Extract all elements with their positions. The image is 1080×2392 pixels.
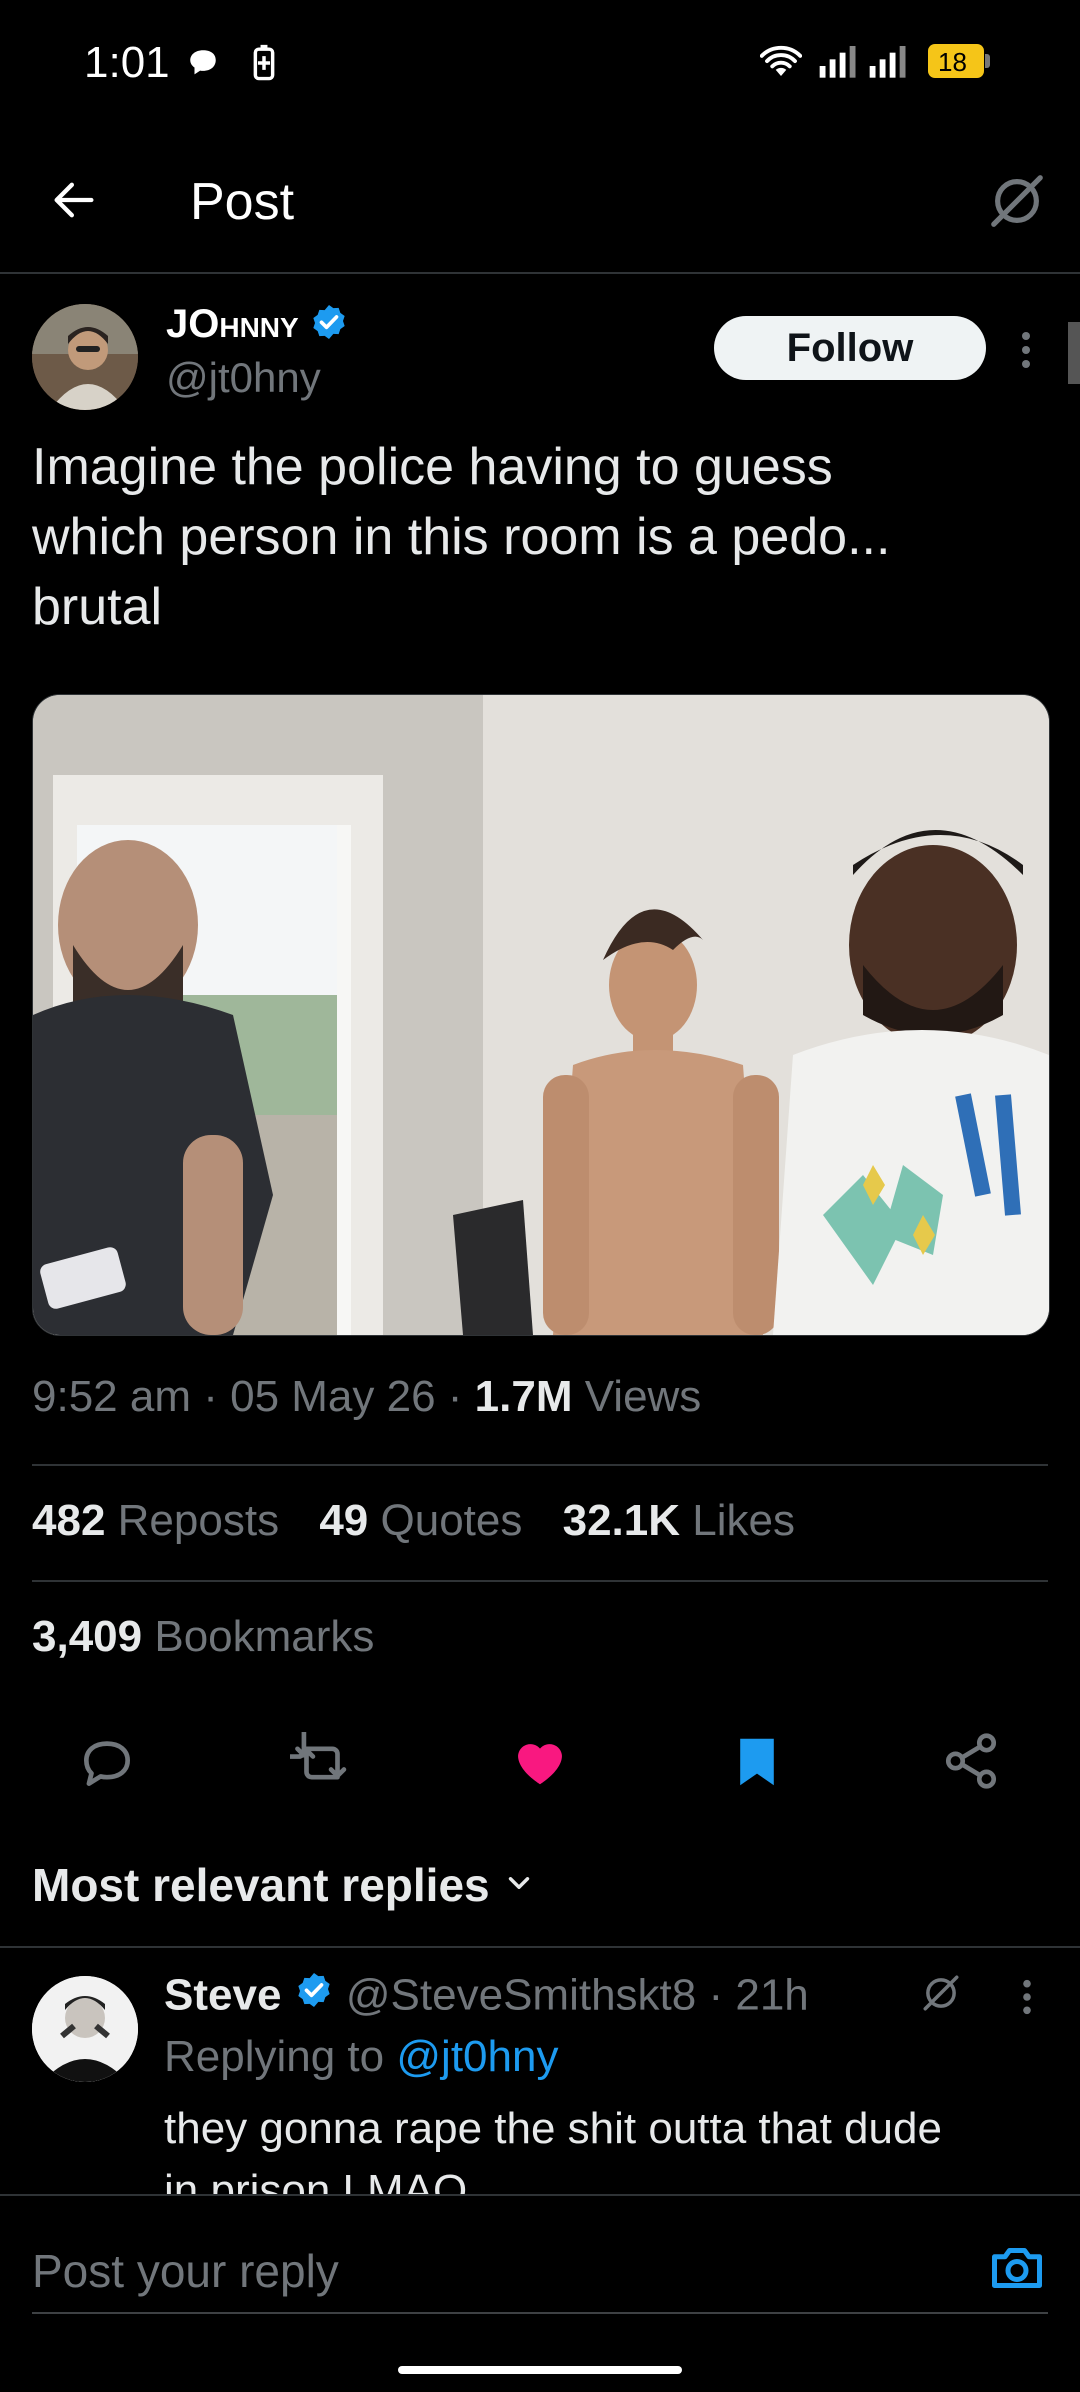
- replying-to-prefix: Replying to: [164, 2032, 385, 2081]
- divider-3: [0, 1946, 1080, 1948]
- author-handle[interactable]: @jt0hny: [166, 354, 321, 402]
- post-text: Imagine the police having to guess which…: [32, 432, 1048, 642]
- views-label: Views: [584, 1372, 702, 1421]
- status-time: 1:01: [84, 38, 170, 87]
- scrollbar-thumb[interactable]: [1068, 322, 1080, 384]
- reply-author-name[interactable]: Steve: [164, 1970, 281, 2019]
- follow-button[interactable]: Follow: [714, 316, 986, 380]
- reposts-stat[interactable]: 482 Reposts: [32, 1496, 279, 1545]
- divider-2: [32, 1580, 1048, 1582]
- signal-icon-1: [818, 44, 858, 83]
- grok-icon[interactable]: [986, 170, 1048, 237]
- quotes-label: Quotes: [380, 1496, 523, 1545]
- likes-label: Likes: [692, 1496, 795, 1545]
- post-timestamp-row: 9:52 am · 05 May 26 · 1.7M Views: [32, 1372, 702, 1421]
- header-bar: Post: [0, 150, 1080, 270]
- reply-input[interactable]: Post your reply: [32, 2244, 339, 2298]
- bookmarks-label: Bookmarks: [154, 1612, 375, 1661]
- author-display-name: JOhnny: [166, 302, 299, 346]
- post-text-line-3: brutal: [32, 578, 163, 636]
- signal-icon-2: [868, 44, 908, 83]
- reply-grok-icon[interactable]: [920, 1972, 962, 2019]
- post-date: 05 May 26: [230, 1372, 436, 1421]
- bookmark-button[interactable]: [726, 1730, 788, 1794]
- reply-more-options-icon[interactable]: [1016, 1978, 1038, 2021]
- engagement-stats-row: 482 Reposts 49 Quotes 32.1K Likes: [32, 1496, 795, 1546]
- reposts-label: Reposts: [117, 1496, 280, 1545]
- author-name-row[interactable]: JOhnny: [166, 302, 349, 352]
- reply-author-handle[interactable]: @SteveSmithskt8: [346, 1970, 696, 2019]
- post-media-image[interactable]: [32, 694, 1050, 1336]
- back-arrow-icon[interactable]: [44, 174, 104, 231]
- reply-button[interactable]: [76, 1732, 138, 1794]
- bookmarks-count: 3,409: [32, 1612, 143, 1661]
- quotes-stat[interactable]: 49 Quotes: [319, 1496, 522, 1545]
- repost-button[interactable]: [290, 1732, 354, 1794]
- chat-notification-icon: [186, 46, 220, 85]
- battery-saver-icon: [250, 44, 278, 87]
- more-options-icon[interactable]: [1014, 330, 1038, 375]
- home-indicator[interactable]: [398, 2366, 682, 2374]
- replies-sort-label: Most relevant replies: [32, 1859, 490, 1911]
- post-text-line-2: which person in this room is a pedo...: [32, 508, 891, 566]
- author-avatar[interactable]: [32, 304, 138, 410]
- verified-badge-icon: [309, 302, 349, 347]
- divider-1: [32, 1464, 1048, 1466]
- composer-underline: [32, 2312, 1048, 2314]
- page-title: Post: [190, 173, 295, 231]
- reposts-count: 482: [32, 1496, 106, 1545]
- quotes-count: 49: [319, 1496, 369, 1545]
- replying-to-row: Replying to @jt0hny: [164, 2032, 558, 2082]
- battery-level: 18: [938, 47, 967, 77]
- reply-age: 21h: [735, 1970, 809, 2020]
- like-button[interactable]: [508, 1730, 572, 1792]
- post-text-line-1: Imagine the police having to guess: [32, 438, 833, 496]
- reply-composer: Post your reply: [0, 2194, 1080, 2392]
- composer-top-divider: [0, 2194, 1080, 2196]
- follow-label: Follow: [786, 326, 914, 370]
- reply-text-line-2: in prison LMAO: [164, 2166, 468, 2194]
- likes-stat[interactable]: 32.1K Likes: [563, 1496, 795, 1545]
- reply-header-row: Steve @SteveSmithskt8 · 21h: [164, 1970, 809, 2021]
- share-button[interactable]: [940, 1730, 1002, 1792]
- reply-avatar[interactable]: [32, 1976, 138, 2082]
- reply-text-line-1: they gonna rape the shit outta that dude: [164, 2104, 942, 2153]
- chevron-down-icon: [502, 1866, 536, 1905]
- header-divider: [0, 272, 1080, 274]
- battery-icon: 18: [928, 44, 990, 78]
- replies-sort-dropdown[interactable]: Most relevant replies: [32, 1858, 536, 1912]
- wifi-icon: [759, 44, 803, 85]
- camera-icon[interactable]: [986, 2238, 1048, 2303]
- bookmarks-stat[interactable]: 3,409 Bookmarks: [32, 1612, 374, 1662]
- views-count: 1.7M: [474, 1372, 573, 1421]
- status-bar: 1:01 18: [0, 0, 1080, 120]
- post-time: 9:52 am: [32, 1372, 191, 1421]
- reply-text: they gonna rape the shit outta that dude…: [164, 2098, 1064, 2194]
- likes-count: 32.1K: [562, 1496, 681, 1545]
- replying-to-handle-link[interactable]: @jt0hny: [396, 2032, 558, 2081]
- reply-verified-badge-icon: [294, 1970, 334, 2021]
